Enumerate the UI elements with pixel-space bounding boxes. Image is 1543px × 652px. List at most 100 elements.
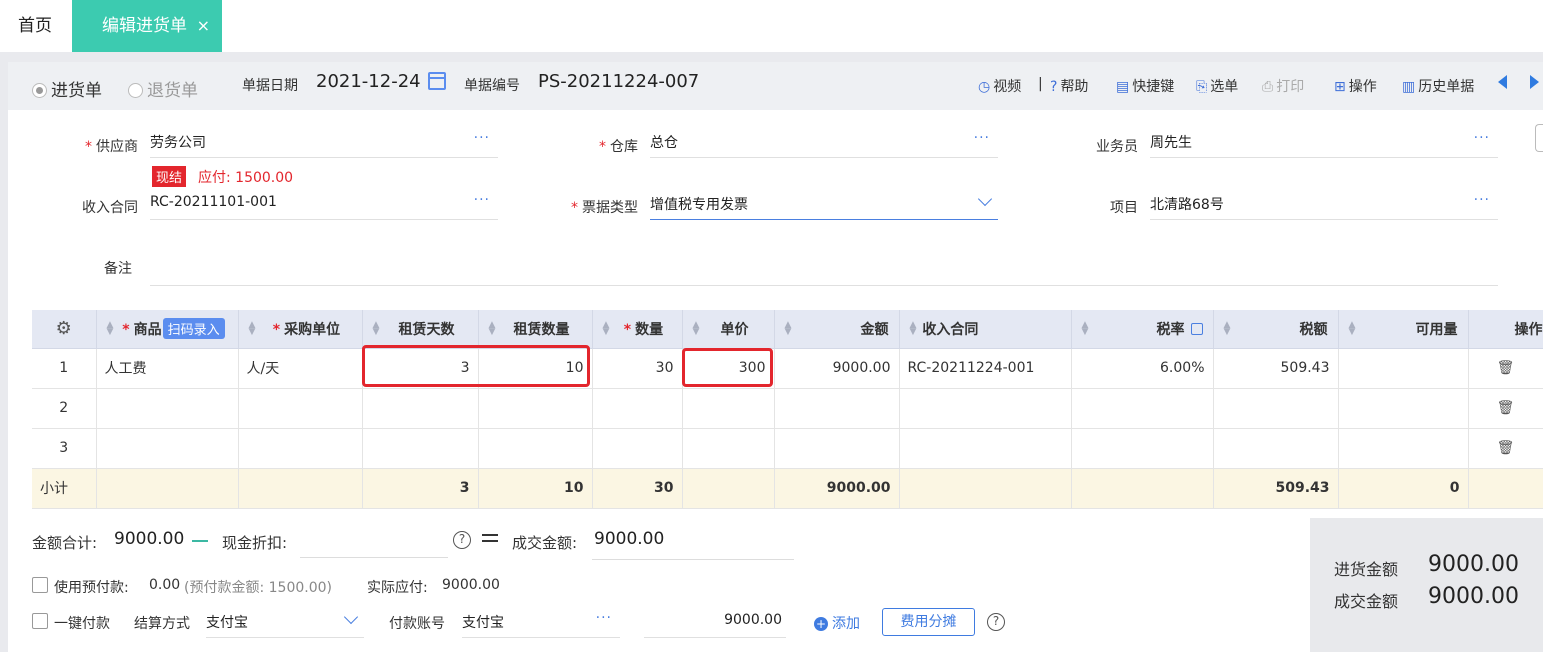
scan-entry-button[interactable]: 扫码录入 (162, 318, 225, 340)
cell-amount[interactable] (774, 388, 900, 429)
sort-icon[interactable]: ▲ ▼ (603, 320, 610, 336)
col-amount[interactable]: ▲ ▼ 金额 (774, 310, 900, 349)
sort-icon[interactable]: ▲ ▼ (785, 320, 792, 336)
col-unit[interactable]: ▲ ▼ * 采购单位 (238, 310, 363, 349)
contract-field[interactable]: RC-20211101-001 ··· (150, 190, 498, 220)
col-contract[interactable]: ▲ ▼ 收入合同 (899, 310, 1072, 349)
radio-purchase[interactable]: 进货单 (32, 76, 102, 101)
cell-rent-days[interactable] (362, 388, 479, 429)
sort-icon[interactable]: ▲ ▼ (249, 320, 256, 336)
sort-icon[interactable]: ▲ ▼ (489, 320, 496, 336)
cell-contract[interactable]: RC-20211224-001 (899, 348, 1072, 389)
col-rent-days[interactable]: ▲ ▼ 租赁天数 (362, 310, 479, 349)
more-icon[interactable]: ··· (974, 130, 990, 146)
operations-button[interactable]: ⊞ 操作 (1334, 76, 1377, 96)
col-tax[interactable]: ▲ ▼ 税额 (1213, 310, 1339, 349)
salesman-field[interactable]: 周先生 ··· (1150, 128, 1498, 158)
col-qty[interactable]: ▲ ▼ * 数量 (592, 310, 683, 349)
tab-home[interactable]: 首页 (0, 0, 70, 52)
video-button[interactable]: ◷ 视频 (978, 76, 1021, 96)
sort-icon[interactable]: ▲ ▼ (1349, 320, 1356, 336)
cell-contract[interactable] (899, 428, 1072, 469)
delete-row-button[interactable]: 🗑 (1468, 388, 1543, 429)
cell-tax[interactable] (1213, 428, 1339, 469)
cell-tax[interactable]: 509.43 (1213, 348, 1339, 389)
col-price[interactable]: ▲ ▼ 单价 (682, 310, 775, 349)
sort-icon[interactable]: ▲ ▼ (693, 320, 700, 336)
gear-icon[interactable]: ⚙ (56, 318, 72, 339)
trash-icon[interactable]: 🗑 (1497, 360, 1515, 376)
cell-contract[interactable] (899, 388, 1072, 429)
cell-amount[interactable]: 9000.00 (774, 348, 900, 389)
invoice-type-select[interactable]: 增值税专用发票 (650, 190, 998, 220)
col-rent-qty[interactable]: ▲ ▼ 租赁数量 (478, 310, 593, 349)
one-click-pay-checkbox[interactable] (32, 613, 48, 629)
date-input[interactable]: 2021-12-24 (316, 71, 421, 92)
print-button[interactable]: ⎙ 打印 (1262, 76, 1304, 96)
radio-return[interactable]: 退货单 (128, 76, 198, 101)
cell-qty[interactable] (592, 388, 683, 429)
cell-unit[interactable]: 人/天 (238, 348, 363, 389)
sort-icon[interactable]: ▲ ▼ (910, 320, 917, 336)
cell-rent-days[interactable] (362, 428, 479, 469)
cell-product[interactable] (96, 388, 239, 429)
cell-tax-rate[interactable] (1071, 428, 1214, 469)
supplier-field[interactable]: 劳务公司 ··· (150, 128, 498, 158)
more-icon[interactable]: ··· (596, 610, 612, 626)
shortcut-button[interactable]: ▤ 快捷键 (1116, 76, 1174, 96)
warehouse-field[interactable]: 总仓 ··· (650, 128, 998, 158)
cell-price[interactable] (682, 388, 775, 429)
help-icon[interactable]: ? (453, 531, 471, 549)
add-payment-button[interactable]: + 添加 (814, 613, 860, 633)
more-icon[interactable]: ··· (1474, 192, 1490, 208)
cell-price[interactable] (682, 428, 775, 469)
use-prepay-checkbox[interactable] (32, 577, 48, 593)
edit-icon[interactable] (1190, 322, 1203, 335)
help-icon[interactable]: ? (987, 613, 1005, 631)
cell-unit[interactable] (238, 428, 363, 469)
cell-qty[interactable] (592, 428, 683, 469)
help-button[interactable]: ? 帮助 (1050, 76, 1088, 96)
history-button[interactable]: ▥ 历史单据 (1402, 76, 1474, 96)
col-product[interactable]: ▲ ▼ * 商品 扫码录入 (96, 310, 239, 349)
column-settings[interactable]: ⚙ (32, 310, 97, 349)
cell-product[interactable] (96, 428, 239, 469)
calendar-icon[interactable] (428, 72, 446, 90)
settle-method-label: 结算方式 (134, 616, 190, 632)
cell-unit[interactable] (238, 388, 363, 429)
sort-icon[interactable]: ▲ ▼ (107, 320, 114, 336)
pay-amount-input[interactable]: 9000.00 (644, 608, 786, 638)
sort-icon[interactable]: ▲ ▼ (373, 320, 380, 336)
trash-icon[interactable]: 🗑 (1497, 440, 1515, 456)
col-tax-rate[interactable]: ▲ ▼ 税率 (1071, 310, 1214, 349)
settle-method-select[interactable]: 支付宝 (206, 608, 364, 638)
select-doc-button[interactable]: ⎘ 选单 (1196, 76, 1238, 96)
cell-rent-qty[interactable] (478, 428, 593, 469)
col-available[interactable]: ▲ ▼ 可用量 (1338, 310, 1469, 349)
more-icon[interactable]: ··· (1474, 130, 1490, 146)
cell-tax-rate[interactable] (1071, 388, 1214, 429)
cell-rent-qty[interactable] (478, 388, 593, 429)
cell-tax-rate[interactable]: 6.00% (1071, 348, 1214, 389)
sort-icon[interactable]: ▲ ▼ (1224, 320, 1231, 336)
close-icon[interactable]: × (197, 0, 210, 52)
cell-product[interactable]: 人工费 (96, 348, 239, 389)
fee-split-button[interactable]: 费用分摊 (882, 608, 975, 636)
delete-row-button[interactable]: 🗑 (1468, 348, 1543, 389)
delete-row-button[interactable]: 🗑 (1468, 428, 1543, 469)
project-field[interactable]: 北清路68号 ··· (1150, 190, 1498, 220)
trash-icon[interactable]: 🗑 (1497, 400, 1515, 416)
sort-icon[interactable]: ▲ ▼ (1082, 320, 1089, 336)
more-icon[interactable]: ··· (474, 192, 490, 208)
cell-amount[interactable] (774, 428, 900, 469)
cell-qty[interactable]: 30 (592, 348, 683, 389)
pay-account-field[interactable]: 支付宝 ··· (462, 608, 620, 638)
tab-edit-purchase[interactable]: 编辑进货单 × (72, 0, 222, 52)
discount-input[interactable] (300, 528, 448, 558)
note-input[interactable] (150, 256, 1498, 286)
cell-tax[interactable] (1213, 388, 1339, 429)
prev-arrow-icon[interactable] (1498, 75, 1507, 89)
more-icon[interactable]: ··· (474, 130, 490, 146)
collapsed-panel-handle[interactable] (1535, 124, 1543, 152)
next-arrow-icon[interactable] (1530, 75, 1539, 89)
